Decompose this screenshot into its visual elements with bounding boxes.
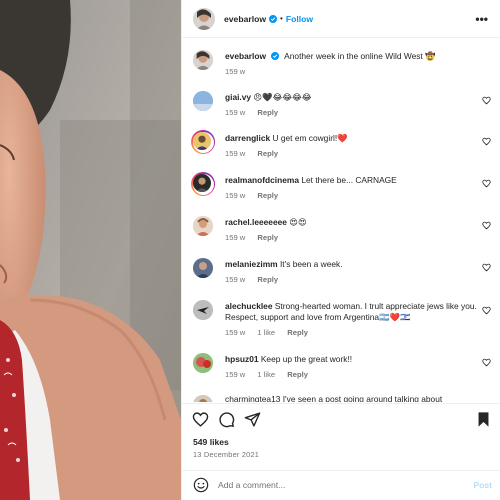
caption-time[interactable]: 159 w (225, 67, 245, 76)
comment-body: Let there be... CARNAGE (301, 175, 397, 185)
comment-meta: 159 w 1 like Reply (225, 370, 318, 379)
comment-text: darrenglick U get em cowgirl!❤️ (225, 133, 477, 144)
comment-like-count[interactable]: 1 like (257, 370, 275, 379)
comment-username[interactable]: darrenglick (225, 133, 270, 143)
comment-time[interactable]: 159 w (225, 233, 245, 242)
comment-body: It's been a week. (279, 259, 343, 269)
heart-icon[interactable] (192, 411, 209, 428)
comment-avatar[interactable] (193, 91, 213, 111)
comment-meta: 159 w Reply (225, 108, 288, 117)
comment-composer: Post (182, 470, 500, 500)
comment-body: 😍😍 (289, 217, 307, 227)
comment-text: melaniezimm It's been a week. (225, 259, 477, 270)
story-ring[interactable] (191, 130, 215, 154)
reply-button[interactable]: Reply (287, 328, 308, 337)
verified-badge-icon (269, 14, 278, 23)
reply-button[interactable]: Reply (257, 191, 278, 200)
comment-avatar[interactable] (193, 395, 213, 402)
comment-meta: 159 w Reply (225, 233, 288, 242)
bookmark-icon[interactable] (475, 411, 492, 428)
post-header: evebarlow • Follow ••• (182, 0, 500, 38)
comment-body: U get em cowgirl!❤️ (272, 133, 348, 143)
post-panel: evebarlow • Follow ••• evebarlow Another… (181, 0, 500, 500)
comment-like-heart-icon[interactable] (482, 137, 491, 146)
comment-like-count[interactable]: 1 like (257, 328, 275, 337)
paper-plane-icon[interactable] (244, 411, 261, 428)
comment-time[interactable]: 159 w (225, 328, 245, 337)
comment-text: alechucklee Strong-hearted woman. I trul… (225, 301, 477, 324)
comment-input[interactable] (218, 477, 448, 493)
comment-body: Keep up the great work!! (260, 354, 353, 364)
comment-avatar[interactable] (193, 300, 213, 320)
comment-time[interactable]: 159 w (225, 108, 245, 117)
comment-username[interactable]: giai.vy (225, 92, 251, 102)
comment-text: hpsuz01 Keep up the great work!! (225, 354, 477, 365)
comment-icon[interactable] (218, 411, 235, 428)
caption-meta: 159 w (225, 67, 255, 76)
caption-username[interactable]: evebarlow (225, 51, 266, 61)
comment-meta: 159 w Reply (225, 149, 288, 158)
comment-avatar[interactable] (193, 258, 213, 278)
comment-like-heart-icon[interactable] (482, 306, 491, 315)
comments-list[interactable]: evebarlow Another week in the online Wil… (182, 39, 500, 402)
comment-time[interactable]: 159 w (225, 149, 245, 158)
post-photo (0, 0, 181, 500)
comment-username[interactable]: realmanofdcinema (225, 175, 299, 185)
comment-meta: 159 w Reply (225, 191, 288, 200)
reply-button[interactable]: Reply (257, 149, 278, 158)
header-separator: • (280, 14, 283, 23)
author-username[interactable]: evebarlow (224, 14, 266, 24)
author-avatar[interactable] (193, 7, 215, 30)
comment-text: realmanofdcinema Let there be... CARNAGE (225, 175, 477, 186)
comment-avatar[interactable] (193, 353, 213, 373)
comment-username[interactable]: hpsuz01 (225, 354, 259, 364)
post-actions: 549 likes 13 December 2021 (182, 403, 500, 471)
story-ring[interactable] (191, 172, 215, 196)
reply-button[interactable]: Reply (257, 108, 278, 117)
comment-avatar[interactable] (193, 216, 213, 236)
comment-time[interactable]: 159 w (225, 191, 245, 200)
comment-like-heart-icon[interactable] (482, 179, 491, 188)
comment-username[interactable]: melaniezimm (225, 259, 278, 269)
caption-body: Another week in the online Wild West 🤠 (284, 51, 436, 61)
like-count[interactable]: 549 likes (193, 437, 229, 447)
post-date: 13 December 2021 (193, 450, 260, 459)
more-options-button[interactable]: ••• (475, 12, 488, 26)
comment-like-heart-icon[interactable] (482, 221, 491, 230)
comment-username[interactable]: rachel.leeeeeee (225, 217, 287, 227)
comment-like-heart-icon[interactable] (482, 96, 491, 105)
comment-body: 😠🖤😂😂😂😂 (253, 92, 312, 102)
reply-button[interactable]: Reply (257, 233, 278, 242)
post-comment-button[interactable]: Post (473, 480, 492, 490)
comment-time[interactable]: 159 w (225, 275, 245, 284)
comment-text: rachel.leeeeeee 😍😍 (225, 217, 477, 228)
comment-body: I've seen a post going around talking ab… (282, 394, 443, 402)
verified-badge-icon (271, 52, 280, 60)
follow-button[interactable]: Follow (286, 14, 313, 24)
comment-meta: 159 w 1 like Reply (225, 328, 318, 337)
caption-text: evebarlow Another week in the online Wil… (225, 51, 477, 62)
comment-text: giai.vy 😠🖤😂😂😂😂 (225, 92, 477, 103)
comment-time[interactable]: 159 w (225, 370, 245, 379)
reply-button[interactable]: Reply (257, 275, 278, 284)
comment-text: charmingtea13 I've seen a post going aro… (225, 394, 477, 402)
comment-username[interactable]: alechucklee (225, 301, 273, 311)
reply-button[interactable]: Reply (287, 370, 308, 379)
comment-avatar[interactable] (192, 131, 211, 150)
comment-like-heart-icon[interactable] (482, 263, 491, 272)
comment-avatar[interactable] (192, 173, 211, 192)
comment-username[interactable]: charmingtea13 (225, 394, 280, 402)
caption-avatar[interactable] (193, 50, 213, 70)
comment-meta: 159 w Reply (225, 275, 288, 284)
comment-like-heart-icon[interactable] (482, 358, 491, 367)
smiley-icon[interactable] (193, 477, 209, 493)
